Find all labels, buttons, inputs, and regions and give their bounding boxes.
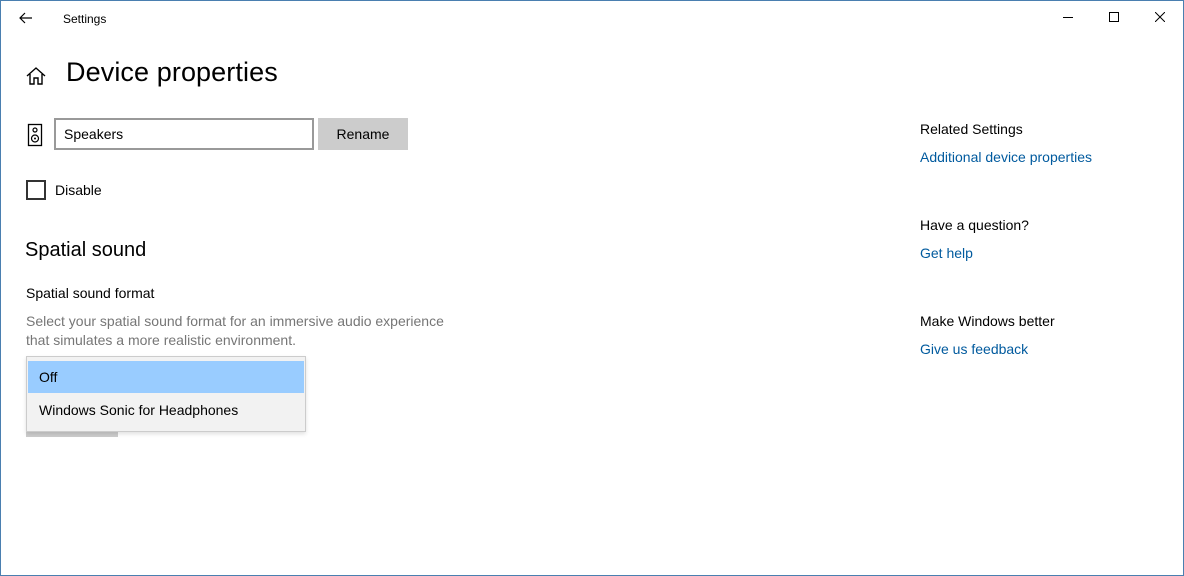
related-settings-heading: Related Settings — [920, 121, 1023, 137]
speaker-icon — [27, 123, 43, 147]
get-help-link[interactable]: Get help — [920, 245, 973, 261]
spatial-format-description: Select your spatial sound format for an … — [26, 312, 476, 350]
disable-checkbox[interactable] — [26, 180, 46, 200]
spatial-format-label: Spatial sound format — [26, 285, 155, 301]
minimize-button[interactable] — [1045, 1, 1091, 33]
back-arrow-icon — [19, 12, 32, 24]
give-feedback-link[interactable]: Give us feedback — [920, 341, 1028, 357]
home-button[interactable] — [25, 65, 47, 87]
settings-window: Settings Device properties Speakers Rena… — [0, 0, 1184, 576]
maximize-button[interactable] — [1091, 1, 1137, 33]
dropdown-option-windows-sonic[interactable]: Windows Sonic for Headphones — [28, 394, 304, 426]
close-icon — [1155, 12, 1165, 22]
device-name-input[interactable] — [54, 118, 314, 150]
description-line-1: Select your spatial sound format for an … — [26, 313, 444, 329]
maximize-icon — [1109, 12, 1119, 22]
disable-label[interactable]: Disable — [55, 182, 102, 198]
close-button[interactable] — [1137, 1, 1183, 33]
home-icon — [26, 67, 46, 85]
make-windows-better-heading: Make Windows better — [920, 313, 1055, 329]
app-title: Settings — [63, 12, 107, 26]
have-a-question-heading: Have a question? — [920, 217, 1029, 233]
rename-button[interactable]: Rename — [318, 118, 408, 150]
description-line-2: that simulates a more realistic environm… — [26, 332, 296, 348]
title-bar: Settings — [1, 1, 1183, 35]
spatial-format-dropdown: Off Windows Sonic for Headphones — [26, 356, 306, 432]
page-title: Device properties — [66, 57, 278, 87]
additional-device-properties-link[interactable]: Additional device properties — [920, 149, 1092, 165]
spatial-sound-heading: Spatial sound — [25, 239, 147, 261]
dropdown-option-off[interactable]: Off — [28, 361, 304, 393]
minimize-icon — [1063, 17, 1073, 18]
back-button[interactable] — [9, 3, 43, 33]
